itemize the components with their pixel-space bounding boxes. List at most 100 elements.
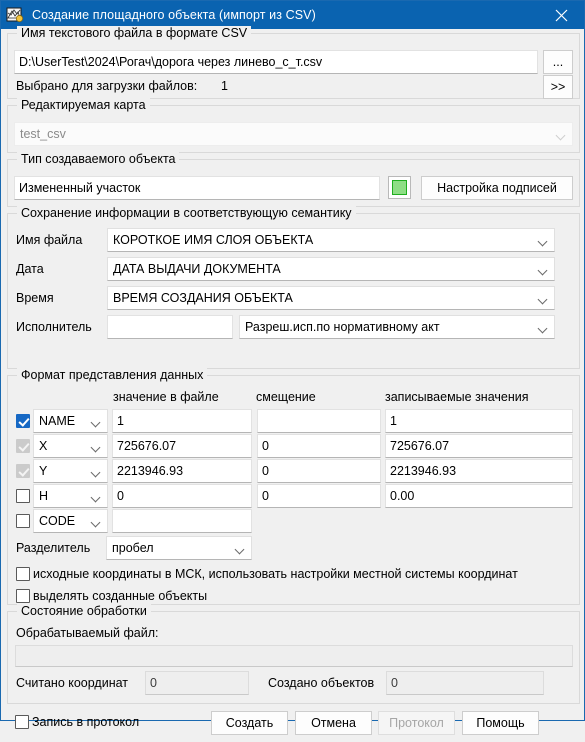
file-group-legend: Имя текстового файла в формате CSV <box>17 26 252 40</box>
row-checkbox-x <box>16 439 30 453</box>
read-coordinates-label: Считано координат <box>16 676 129 690</box>
status-legend: Состояние обработки <box>17 604 151 618</box>
expand-files-button[interactable]: >> <box>543 75 573 99</box>
row-offset-x[interactable]: 0 <box>257 434 381 458</box>
msk-coordinates-checkbox[interactable] <box>16 567 30 581</box>
footer-bar: Запись в протокол Создать Отмена Протоко… <box>7 708 580 742</box>
cancel-button[interactable]: Отмена <box>295 711 372 735</box>
protocol-button: Протокол <box>378 711 455 735</box>
select-created-objects-label: выделять созданные объекты <box>33 589 208 603</box>
map-group: Редактируемая карта test_csv <box>7 98 580 153</box>
object-type-group: Тип создаваемого объекта Измененный учас… <box>7 152 580 207</box>
semantics-filename-select[interactable]: КОРОТКОЕ ИМЯ СЛОЯ ОБЪЕКТА <box>107 228 555 252</box>
row-checkbox-y <box>16 464 30 478</box>
separator-select[interactable]: пробел <box>106 536 252 560</box>
semantics-date-select[interactable]: ДАТА ВЫДАЧИ ДОКУМЕНТА <box>107 257 555 281</box>
row-field-value-y: Y <box>39 464 48 478</box>
browse-button[interactable]: ... <box>543 50 573 74</box>
row-field-value-x: X <box>39 439 48 453</box>
selected-files-label: Выбрано для загрузки файлов: <box>16 79 198 93</box>
file-group: Имя текстового файла в формате CSV D:\Us… <box>7 26 580 99</box>
title-bar: Создание площадного объекта (импорт из C… <box>1 1 584 29</box>
window-title: Создание площадного объекта (импорт из C… <box>32 8 316 22</box>
semantics-row-label-filename: Имя файла <box>16 233 83 247</box>
row-field-select-code[interactable]: CODE <box>33 509 108 533</box>
row-offset-name[interactable] <box>257 409 381 433</box>
object-type-legend: Тип создаваемого объекта <box>17 152 180 166</box>
row-field-select-y[interactable]: Y <box>33 459 108 483</box>
separator-value: пробел <box>112 541 154 555</box>
help-button[interactable]: Помощь <box>462 711 539 735</box>
map-select[interactable]: test_csv <box>14 122 573 146</box>
column-header-file-value: значение в файле <box>113 390 219 404</box>
map-group-legend: Редактируемая карта <box>17 98 150 112</box>
selected-files-count: 1 <box>221 79 228 93</box>
semantics-date-value: ДАТА ВЫДАЧИ ДОКУМЕНТА <box>113 262 281 276</box>
row-checkbox-h[interactable] <box>16 489 30 503</box>
row-checkbox-name[interactable] <box>16 414 30 428</box>
created-objects-label: Создано объектов <box>268 676 375 690</box>
semantics-time-value: ВРЕМЯ СОЗДАНИЯ ОБЪЕКТА <box>113 291 293 305</box>
object-color-fill <box>392 180 407 195</box>
row-field-select-name[interactable]: NAME <box>33 409 108 433</box>
chevron-down-icon <box>92 469 101 474</box>
row-file-value-name[interactable]: 1 <box>112 409 252 433</box>
row-file-value-y[interactable]: 2213946.93 <box>112 459 252 483</box>
row-file-value-code[interactable] <box>112 509 252 533</box>
row-offset-y[interactable]: 0 <box>257 459 381 483</box>
created-objects-value: 0 <box>386 671 544 695</box>
row-written-name[interactable]: 1 <box>385 409 573 433</box>
row-file-value-h[interactable]: 0 <box>112 484 252 508</box>
semantics-filename-value: КОРОТКОЕ ИМЯ СЛОЯ ОБЪЕКТА <box>113 233 314 247</box>
row-field-value-h: H <box>39 489 49 503</box>
chevron-down-icon <box>92 419 101 424</box>
map-document-icon <box>6 6 24 24</box>
chevron-down-icon <box>557 132 566 137</box>
semantics-group: Сохранение информации в соответствующую … <box>7 206 580 369</box>
select-created-objects-checkbox[interactable] <box>16 589 30 603</box>
row-written-x[interactable]: 725676.07 <box>385 434 573 458</box>
chevron-down-icon <box>539 325 548 330</box>
chevron-down-icon <box>92 519 101 524</box>
close-icon[interactable] <box>538 1 584 29</box>
data-format-legend: Формат представления данных <box>17 368 208 382</box>
processed-file-value <box>15 645 573 667</box>
executor-select-value: Разреш.исп.по нормативному акт <box>245 320 440 334</box>
read-coordinates-value: 0 <box>145 671 249 695</box>
dialog-window: Создание площадного объекта (импорт из C… <box>0 0 585 735</box>
chevron-down-icon <box>236 546 245 551</box>
row-field-select-x[interactable]: X <box>33 434 108 458</box>
semantics-row-label-date: Дата <box>16 262 44 276</box>
row-checkbox-code[interactable] <box>16 514 30 528</box>
row-field-value-name: NAME <box>39 414 76 428</box>
chevron-down-icon <box>92 444 101 449</box>
chevron-down-icon <box>539 267 548 272</box>
file-path-input[interactable]: D:\UserTest\2024\Рогач\дорога через лине… <box>14 50 538 74</box>
column-header-written: записываемые значения <box>385 390 529 404</box>
row-field-select-h[interactable]: H <box>33 484 108 508</box>
object-color-swatch[interactable] <box>388 176 411 199</box>
object-type-input[interactable]: Измененный участок <box>14 176 380 200</box>
row-offset-h[interactable]: 0 <box>257 484 381 508</box>
write-log-checkbox[interactable] <box>15 715 29 729</box>
labels-settings-button[interactable]: Настройка подписей <box>421 176 573 200</box>
executor-label: Исполнитель <box>16 320 92 334</box>
data-format-group: Формат представления данных значение в ф… <box>7 368 580 605</box>
chevron-down-icon <box>92 494 101 499</box>
semantics-time-select[interactable]: ВРЕМЯ СОЗДАНИЯ ОБЪЕКТА <box>107 286 555 310</box>
semantics-row-label-time: Время <box>16 291 54 305</box>
chevron-down-icon <box>539 296 548 301</box>
row-written-y[interactable]: 2213946.93 <box>385 459 573 483</box>
row-file-value-x[interactable]: 725676.07 <box>112 434 252 458</box>
executor-input[interactable] <box>107 315 233 339</box>
executor-select[interactable]: Разреш.исп.по нормативному акт <box>239 315 555 339</box>
dialog-content: Имя текстового файла в формате CSV D:\Us… <box>1 26 584 735</box>
column-header-offset: смещение <box>256 390 316 404</box>
map-select-value: test_csv <box>20 127 66 141</box>
semantics-legend: Сохранение информации в соответствующую … <box>17 206 356 220</box>
processed-file-label: Обрабатываемый файл: <box>16 626 159 640</box>
status-group: Состояние обработки Обрабатываемый файл:… <box>7 604 580 704</box>
create-button[interactable]: Создать <box>211 711 288 735</box>
row-written-h[interactable]: 0.00 <box>385 484 573 508</box>
write-log-label: Запись в протокол <box>32 715 140 729</box>
